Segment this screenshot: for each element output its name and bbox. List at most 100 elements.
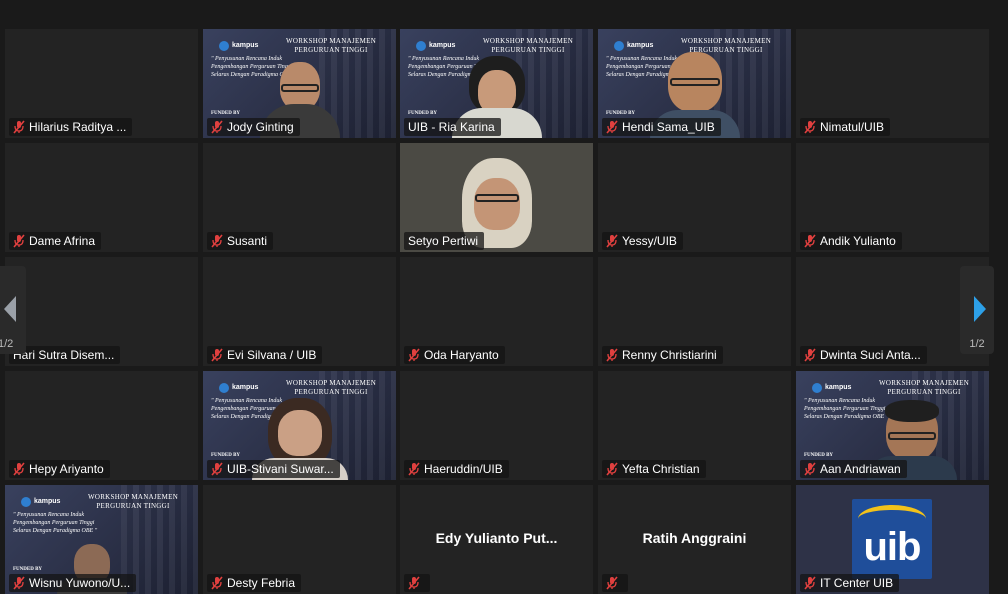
logo-icon (614, 40, 624, 51)
participant-name-label: Oda Haryanto (404, 346, 505, 364)
participant-name-label: Renny Christiarini (602, 346, 723, 364)
participant-tile[interactable]: Hari Sutra Disem... (5, 257, 198, 366)
participant-tile[interactable]: Hepy Ariyanto (5, 371, 198, 480)
participant-name: Yessy/UIB (622, 234, 677, 248)
page-indicator: 1/2 (969, 338, 985, 350)
mic-muted-icon (13, 462, 25, 476)
participant-tile[interactable]: Dame Afrina (5, 143, 198, 252)
banner-funded-by: FUNDED BY (13, 567, 43, 572)
participant-name-label: UIB - Ria Karina (404, 118, 501, 136)
participant-tile[interactable]: Setyo Pertiwi (400, 143, 593, 252)
participant-tile[interactable]: kampus WORKSHOP MANAJEMEN PERGURUAN TING… (598, 29, 791, 138)
participant-name-label: Setyo Pertiwi (404, 232, 485, 250)
participant-name: Haeruddin/UIB (424, 462, 503, 476)
participant-tile[interactable]: uib IT Center UIB (796, 485, 989, 594)
mic-muted-icon (211, 462, 223, 476)
banner-funded-by: FUNDED BY (211, 111, 241, 116)
participant-name-label: UIB-Stivani Suwar... (207, 460, 340, 478)
gallery-grid: Hilarius Raditya ... kampus WORKSHOP MAN… (0, 0, 1008, 594)
logo-icon (812, 382, 822, 393)
participant-name: Evi Silvana / UIB (227, 348, 317, 362)
participant-name: Andik Yulianto (820, 234, 896, 248)
participant-name: Dwinta Suci Anta... (820, 348, 921, 362)
mic-muted-icon (804, 348, 816, 362)
participant-name: Nimatul/UIB (820, 120, 885, 134)
participant-display-name: Edy Yulianto Put... (435, 530, 558, 546)
mic-muted-icon (606, 462, 618, 476)
participant-name: Setyo Pertiwi (408, 234, 479, 248)
participant-name-label: Dame Afrina (9, 232, 102, 250)
uib-logo-text: uib (863, 525, 922, 569)
participant-name-label: Yefta Christian (602, 460, 706, 478)
participant-tile[interactable]: Haeruddin/UIB (400, 371, 593, 480)
participant-tile[interactable]: Edy Yulianto Put... (400, 485, 593, 594)
banner-funded-by: FUNDED BY (211, 453, 241, 458)
mic-muted-icon (408, 576, 420, 590)
mic-muted-icon (804, 576, 816, 590)
participant-name: Desty Febria (227, 576, 296, 590)
participant-display-name: Ratih Anggraini (642, 530, 747, 546)
participant-name-label: Andik Yulianto (800, 232, 902, 250)
participant-name: Hendi Sama_UIB (622, 120, 715, 134)
mic-muted-icon (606, 120, 618, 134)
participant-name: IT Center UIB (820, 576, 894, 590)
participant-tile[interactable]: kampus WORKSHOP MANAJEMEN PERGURUAN TING… (203, 371, 396, 480)
banner-funded-by: FUNDED BY (804, 453, 834, 458)
participant-name-label: Nimatul/UIB (800, 118, 891, 136)
participant-name-label (404, 574, 430, 592)
participant-name: Yefta Christian (622, 462, 700, 476)
participant-tile[interactable]: kampus WORKSHOP MANAJEMEN PERGURUAN TING… (203, 29, 396, 138)
mic-muted-icon (13, 234, 25, 248)
next-page-button[interactable]: 1/2 (960, 266, 994, 354)
mic-muted-icon (13, 120, 25, 134)
previous-page-button[interactable]: 1/2 (0, 266, 26, 354)
banner-funded-by: FUNDED BY (606, 111, 636, 116)
mic-muted-icon (606, 234, 618, 248)
mic-muted-icon (211, 234, 223, 248)
participant-tile[interactable]: Yessy/UIB (598, 143, 791, 252)
participant-tile[interactable]: kampus WORKSHOP MANAJEMEN PERGURUAN TING… (5, 485, 198, 594)
participant-tile[interactable]: Andik Yulianto (796, 143, 989, 252)
mic-muted-icon (804, 234, 816, 248)
participant-name-label: Hendi Sama_UIB (602, 118, 721, 136)
participant-tile[interactable]: Nimatul/UIB (796, 29, 989, 138)
participant-tile[interactable]: kampus WORKSHOP MANAJEMEN PERGURUAN TING… (796, 371, 989, 480)
banner-subtitle: " Penyusunan Rencana Induk Pengembangan … (13, 512, 98, 534)
mic-muted-icon (804, 462, 816, 476)
participant-name: Hilarius Raditya ... (29, 120, 127, 134)
mic-muted-icon (211, 348, 223, 362)
banner-funded-by: FUNDED BY (408, 111, 438, 116)
participant-name: UIB-Stivani Suwar... (227, 462, 334, 476)
mic-muted-icon (606, 576, 618, 590)
participant-name-label: Yessy/UIB (602, 232, 683, 250)
mic-muted-icon (13, 576, 25, 590)
uib-logo: uib (852, 499, 932, 579)
participant-name: Dame Afrina (29, 234, 96, 248)
participant-name-label: Susanti (207, 232, 274, 250)
participant-tile[interactable]: Yefta Christian (598, 371, 791, 480)
chevron-left-icon (4, 296, 16, 322)
participant-tile[interactable]: Renny Christiarini (598, 257, 791, 366)
mic-muted-icon (408, 348, 420, 362)
logo-icon (21, 496, 31, 507)
mic-muted-icon (804, 120, 816, 134)
participant-name-label: Hilarius Raditya ... (9, 118, 133, 136)
participant-tile[interactable]: Evi Silvana / UIB (203, 257, 396, 366)
participant-tile[interactable]: Susanti (203, 143, 396, 252)
banner-title: WORKSHOP MANAJEMEN PERGURUAN TINGGI (87, 493, 179, 510)
banner-logo-text: kampus (34, 498, 61, 506)
participant-name: Oda Haryanto (424, 348, 499, 362)
participant-name: Jody Ginting (227, 120, 294, 134)
participant-tile[interactable]: Ratih Anggraini (598, 485, 791, 594)
participant-name: Renny Christiarini (622, 348, 717, 362)
participant-tile[interactable]: Oda Haryanto (400, 257, 593, 366)
participant-name-label: Dwinta Suci Anta... (800, 346, 927, 364)
participant-name-label: Wisnu Yuwono/U... (9, 574, 137, 592)
banner-logo-text: kampus (825, 384, 852, 392)
participant-tile[interactable]: Desty Febria (203, 485, 396, 594)
participant-name: Aan Andriawan (820, 462, 901, 476)
logo-icon (219, 382, 229, 393)
participant-tile[interactable]: Hilarius Raditya ... (5, 29, 198, 138)
participant-tile[interactable]: kampus WORKSHOP MANAJEMEN PERGURUAN TING… (400, 29, 593, 138)
participant-name-label: Desty Febria (207, 574, 302, 592)
